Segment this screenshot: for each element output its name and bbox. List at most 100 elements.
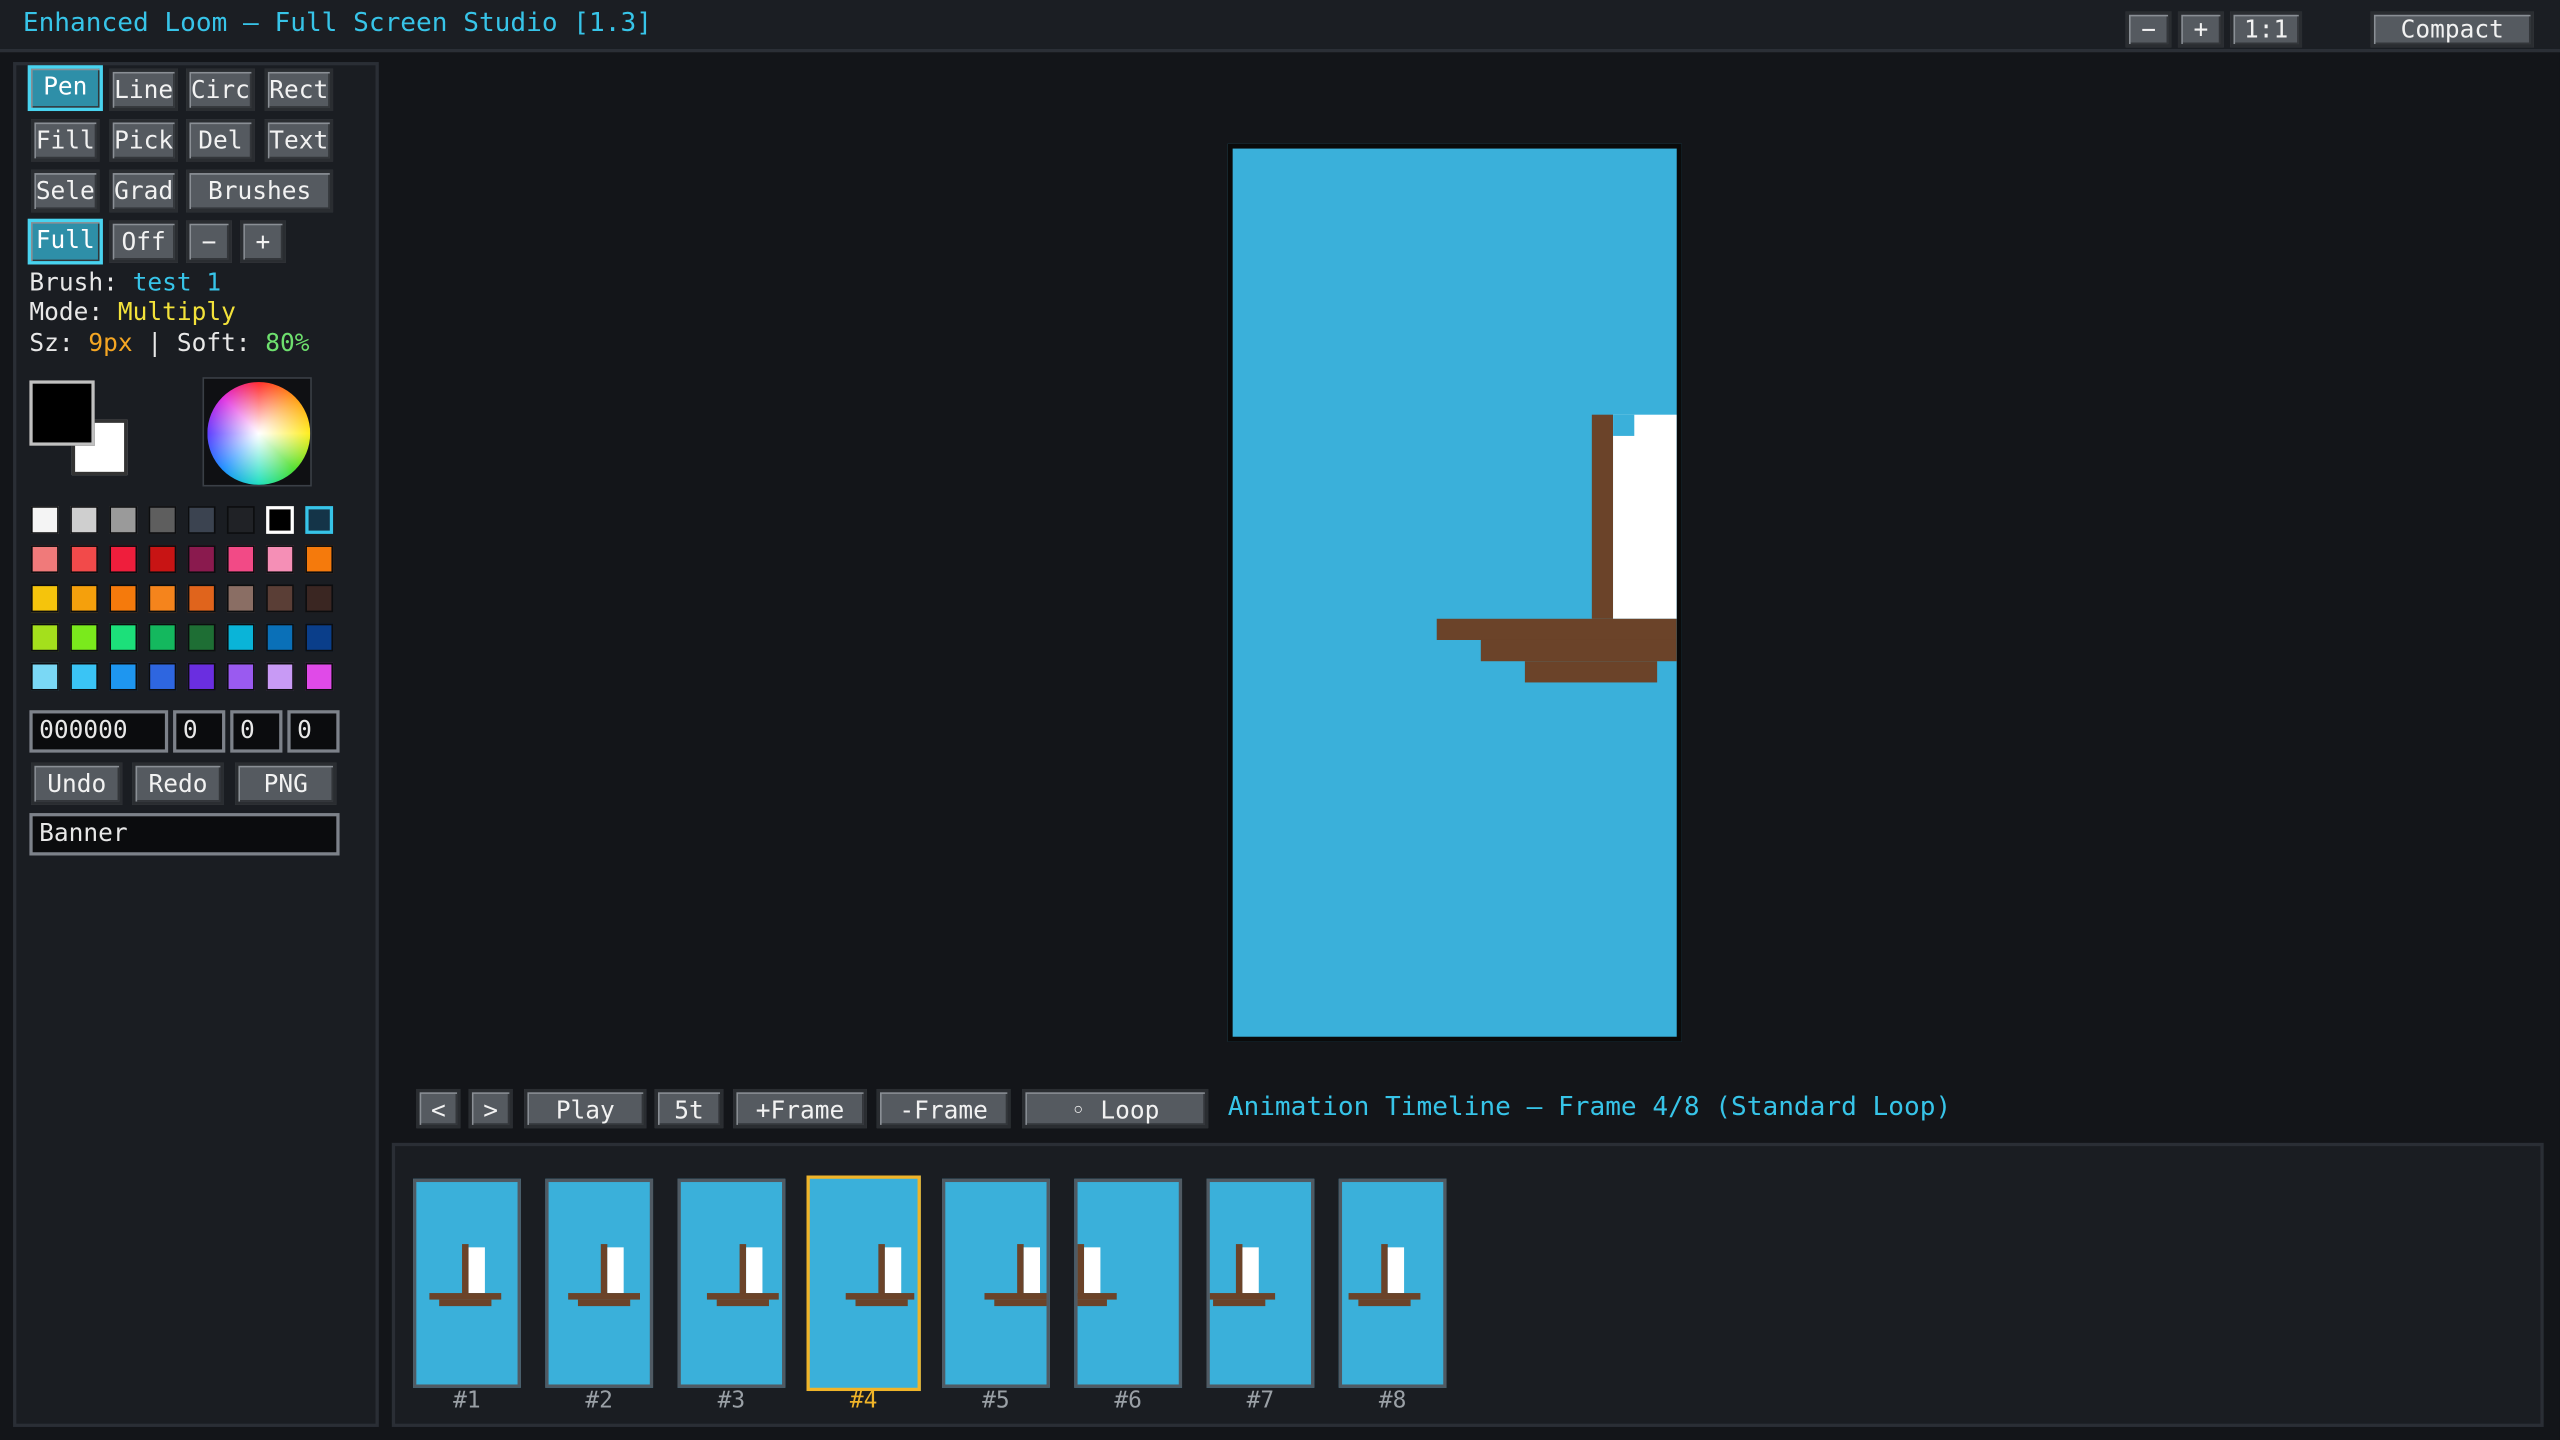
- circle-tool-button[interactable]: Circ: [186, 68, 255, 112]
- timeline-status-label: Animation Timeline — Frame 4/8 (Standard…: [1227, 1090, 1952, 1122]
- frame-label: #3: [717, 1387, 746, 1414]
- zoom-out-button[interactable]: −: [2125, 11, 2172, 48]
- compact-button[interactable]: Compact: [2370, 11, 2534, 48]
- pen-tool-button[interactable]: Pen: [27, 65, 103, 112]
- frame-label: #1: [453, 1387, 481, 1414]
- palette-swatch[interactable]: [226, 662, 255, 691]
- color-wheel[interactable]: [207, 382, 311, 485]
- opacity-off-button[interactable]: Off: [109, 220, 178, 263]
- palette-swatch[interactable]: [266, 584, 294, 613]
- remove-frame-button[interactable]: -Frame: [876, 1088, 1011, 1129]
- palette-swatch[interactable]: [148, 623, 177, 652]
- palette-swatch[interactable]: [305, 662, 334, 691]
- pick-tool-button[interactable]: Pick: [109, 119, 178, 162]
- frame-label: #4: [849, 1387, 878, 1414]
- palette-swatch[interactable]: [148, 545, 177, 574]
- palette-swatch[interactable]: [31, 662, 59, 691]
- palette-swatch[interactable]: [148, 506, 177, 534]
- mode-status: Mode: Multiply: [29, 297, 236, 327]
- palette-swatch[interactable]: [148, 584, 177, 613]
- fill-tool-button[interactable]: Fill: [31, 119, 100, 162]
- palette-swatch[interactable]: [305, 545, 334, 574]
- frame-thumbnail[interactable]: [1338, 1178, 1447, 1388]
- frame-thumbnail[interactable]: [677, 1178, 786, 1388]
- palette-swatch[interactable]: [70, 584, 98, 613]
- palette-swatch[interactable]: [31, 623, 59, 652]
- export-png-button[interactable]: PNG: [235, 762, 337, 805]
- palette-swatch[interactable]: [266, 545, 294, 574]
- palette-swatch[interactable]: [305, 623, 334, 652]
- window-title: Enhanced Loom — Full Screen Studio [1.3]: [22, 6, 652, 38]
- frame-thumbnail[interactable]: [413, 1178, 521, 1388]
- primary-color-swatch[interactable]: [29, 380, 95, 446]
- text-tool-button[interactable]: Text: [264, 119, 334, 162]
- frame-thumbnail[interactable]: [942, 1178, 1050, 1388]
- redo-button[interactable]: Redo: [132, 762, 224, 805]
- palette-swatch[interactable]: [305, 506, 334, 534]
- frame-label: #2: [585, 1387, 613, 1414]
- hex-input[interactable]: 000000: [29, 710, 169, 753]
- palette-swatch[interactable]: [31, 506, 59, 534]
- sail: [1613, 414, 1677, 619]
- zoom-reset-button[interactable]: 1:1: [2230, 11, 2303, 48]
- line-tool-button[interactable]: Line: [109, 68, 178, 112]
- palette-swatch[interactable]: [31, 545, 59, 574]
- frame-thumbnail[interactable]: [545, 1178, 654, 1388]
- canvas-artwork: [1436, 414, 1677, 683]
- palette-swatch[interactable]: [70, 545, 98, 574]
- brushes-button[interactable]: Brushes: [186, 169, 334, 213]
- palette-swatch[interactable]: [70, 506, 98, 534]
- delete-tool-button[interactable]: Del: [186, 119, 255, 162]
- palette-swatch[interactable]: [109, 623, 138, 652]
- opacity-full-button[interactable]: Full: [27, 218, 103, 265]
- palette-swatch[interactable]: [109, 584, 138, 613]
- brush-status: Brush: test 1: [29, 267, 222, 298]
- speed-button[interactable]: 5t: [654, 1088, 724, 1129]
- palette-swatch[interactable]: [226, 545, 255, 574]
- palette-swatch[interactable]: [226, 584, 255, 613]
- select-tool-button[interactable]: Sele: [31, 169, 100, 213]
- frame-label: #7: [1246, 1387, 1275, 1414]
- rect-tool-button[interactable]: Rect: [264, 68, 334, 112]
- color-wheel-frame: [202, 377, 312, 487]
- play-button[interactable]: Play: [524, 1088, 647, 1129]
- blue-input[interactable]: 0: [287, 710, 340, 753]
- palette-swatch[interactable]: [70, 662, 98, 691]
- loop-toggle-button[interactable]: ◦ Loop: [1022, 1088, 1209, 1129]
- size-down-button[interactable]: −: [186, 220, 232, 263]
- palette-swatch[interactable]: [266, 623, 294, 652]
- next-frame-button[interactable]: >: [468, 1088, 513, 1129]
- palette-swatch[interactable]: [187, 623, 216, 652]
- palette-swatch[interactable]: [187, 545, 216, 574]
- name-input[interactable]: Banner: [29, 813, 340, 856]
- palette-swatch[interactable]: [226, 506, 255, 534]
- palette-swatch[interactable]: [70, 623, 98, 652]
- palette-swatch[interactable]: [109, 545, 138, 574]
- green-input[interactable]: 0: [230, 710, 283, 753]
- mast: [1591, 414, 1614, 619]
- palette-swatch[interactable]: [109, 506, 138, 534]
- zoom-in-button[interactable]: +: [2177, 11, 2224, 48]
- gradient-tool-button[interactable]: Grad: [109, 169, 178, 213]
- size-status: Sz: 9px | Soft: 80%: [29, 328, 310, 358]
- palette-swatch[interactable]: [187, 506, 216, 534]
- drawing-canvas[interactable]: [1227, 143, 1682, 1042]
- palette-swatch[interactable]: [148, 662, 177, 691]
- size-up-button[interactable]: +: [239, 220, 286, 263]
- palette-swatch[interactable]: [266, 662, 294, 691]
- palette-swatch[interactable]: [31, 584, 59, 613]
- frame-thumbnail[interactable]: [1074, 1178, 1183, 1388]
- palette-swatch[interactable]: [187, 584, 216, 613]
- palette-swatch[interactable]: [266, 506, 294, 534]
- frame-thumbnail[interactable]: [806, 1175, 921, 1392]
- undo-button[interactable]: Undo: [31, 762, 123, 805]
- frame-label: #8: [1378, 1387, 1407, 1414]
- add-frame-button[interactable]: +Frame: [733, 1088, 867, 1129]
- palette-swatch[interactable]: [305, 584, 334, 613]
- prev-frame-button[interactable]: <: [416, 1088, 461, 1129]
- palette-swatch[interactable]: [226, 623, 255, 652]
- palette-swatch[interactable]: [187, 662, 216, 691]
- frame-thumbnail[interactable]: [1206, 1178, 1315, 1388]
- red-input[interactable]: 0: [173, 710, 226, 753]
- palette-swatch[interactable]: [109, 662, 138, 691]
